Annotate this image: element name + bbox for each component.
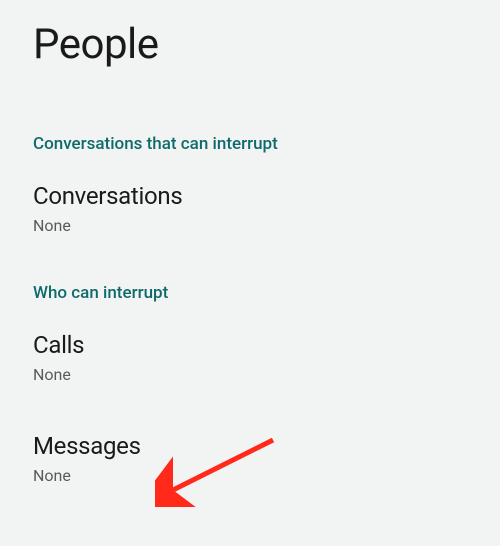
- messages-value: None: [33, 466, 467, 485]
- calls-title: Calls: [33, 331, 467, 359]
- section-header-conversations: Conversations that can interrupt: [33, 134, 467, 154]
- conversations-value: None: [33, 216, 467, 235]
- messages-title: Messages: [33, 432, 467, 460]
- page-title: People: [0, 0, 500, 69]
- calls-setting[interactable]: Calls None: [33, 331, 467, 384]
- section-who-can-interrupt: Who can interrupt Calls None Messages No…: [0, 283, 500, 485]
- calls-value: None: [33, 365, 467, 384]
- conversations-title: Conversations: [33, 182, 467, 210]
- section-header-who: Who can interrupt: [33, 283, 467, 303]
- messages-setting[interactable]: Messages None: [33, 432, 467, 485]
- section-conversations-interrupt: Conversations that can interrupt Convers…: [0, 134, 500, 235]
- conversations-setting[interactable]: Conversations None: [33, 182, 467, 235]
